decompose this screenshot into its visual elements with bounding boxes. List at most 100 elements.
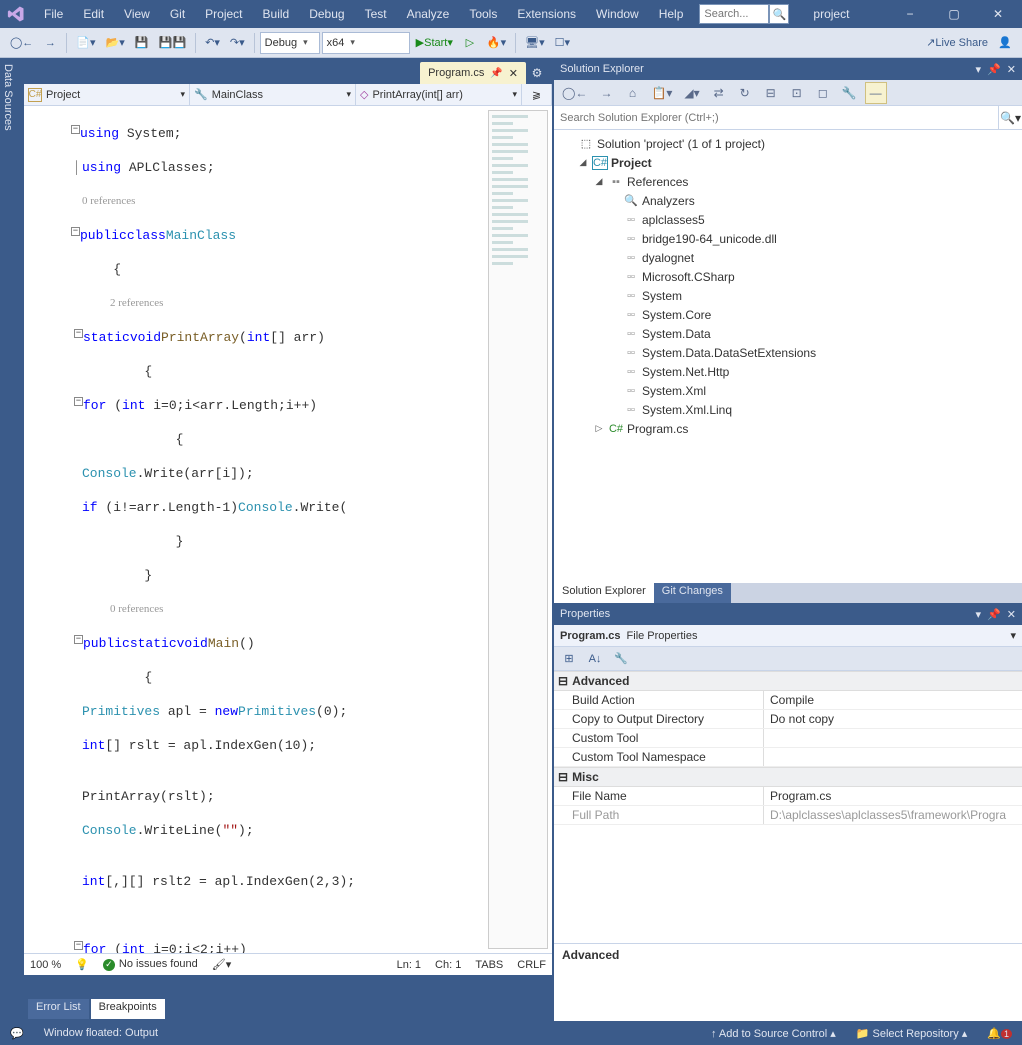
config-combo[interactable]: Debug▾	[260, 32, 320, 54]
solution-search-input[interactable]	[554, 106, 998, 129]
panel-menu-icon[interactable]: ▾	[976, 63, 982, 76]
layout-button[interactable]: ☐▾	[551, 32, 574, 54]
ref-analyzers[interactable]: 🔍Analyzers	[556, 191, 1020, 210]
nav-class-combo[interactable]: 🔧MainClass▾	[190, 84, 356, 105]
crlf-indicator[interactable]: CRLF	[517, 959, 546, 971]
panel-pin-icon[interactable]: 📌	[987, 63, 1001, 76]
save-all-button[interactable]: 💾💾	[155, 32, 190, 54]
panel-close-icon[interactable]: ✕	[1007, 608, 1016, 621]
minimize-button[interactable]: −	[890, 0, 930, 28]
notifications-button[interactable]: 🔔1	[987, 1027, 1012, 1040]
close-button[interactable]: ✕	[978, 0, 1018, 28]
menu-project[interactable]: Project	[201, 5, 246, 23]
prop-copy-output[interactable]: Copy to Output DirectoryDo not copy	[554, 710, 1022, 729]
panel-close-icon[interactable]: ✕	[1007, 63, 1016, 76]
menu-analyze[interactable]: Analyze	[403, 5, 454, 23]
ref-system-net-http[interactable]: ▫▫System.Net.Http	[556, 362, 1020, 381]
tab-solution-explorer[interactable]: Solution Explorer	[554, 583, 654, 603]
panel-menu-icon[interactable]: ▾	[976, 608, 982, 621]
start-nodebug-button[interactable]: ▷	[459, 32, 481, 54]
menu-file[interactable]: File	[40, 5, 67, 23]
tabs-gear-icon[interactable]: ⚙	[526, 62, 548, 84]
sync-button[interactable]: ⇄	[708, 82, 730, 104]
line-indicator[interactable]: Ln: 1	[397, 959, 421, 971]
menu-window[interactable]: Window	[592, 5, 643, 23]
minimap[interactable]	[488, 110, 548, 949]
category-advanced[interactable]: ⊟Advanced	[554, 671, 1022, 691]
ref-system-data[interactable]: ▫▫System.Data	[556, 324, 1020, 343]
save-button[interactable]: 💾	[131, 32, 153, 54]
data-sources-tab[interactable]: Data Sources	[0, 58, 22, 1021]
menu-help[interactable]: Help	[655, 5, 688, 23]
brush-icon[interactable]: 🖌▾	[212, 958, 232, 971]
collapse-all-button[interactable]: ⊟	[760, 82, 782, 104]
nav-project-combo[interactable]: C#Project▾	[24, 84, 190, 105]
code-editor[interactable]: −using System; │using APLClasses; 0 refe…	[24, 106, 484, 953]
menu-edit[interactable]: Edit	[79, 5, 108, 23]
tab-error-list[interactable]: Error List	[28, 999, 89, 1019]
undo-button[interactable]: ↶▾	[201, 32, 224, 54]
ref-system-xml-linq[interactable]: ▫▫System.Xml.Linq	[556, 400, 1020, 419]
lightbulb-icon[interactable]: 💡	[75, 958, 89, 971]
ref-system[interactable]: ▫▫System	[556, 286, 1020, 305]
nav-forward-button[interactable]: →	[39, 32, 61, 54]
file-program-cs[interactable]: ▷C#Program.cs	[556, 419, 1020, 438]
show-all-button[interactable]: ⊡	[786, 82, 808, 104]
ref-system-xml[interactable]: ▫▫System.Xml	[556, 381, 1020, 400]
solution-tree[interactable]: ⬚Solution 'project' (1 of 1 project) ◢C#…	[554, 130, 1022, 583]
live-share-button[interactable]: ↗ Live Share	[922, 32, 992, 54]
nav-member-combo[interactable]: ◇PrintArray(int[] arr)▾	[356, 84, 522, 105]
maximize-button[interactable]: ▢	[934, 0, 974, 28]
ref-dyalognet[interactable]: ▫▫dyalognet	[556, 248, 1020, 267]
switch-views-button[interactable]: 📋▾	[647, 82, 676, 104]
nav-back-button[interactable]: ◯←	[6, 32, 37, 54]
solution-root-node[interactable]: ⬚Solution 'project' (1 of 1 project)	[556, 134, 1020, 153]
search-input[interactable]	[699, 4, 769, 24]
filter-button[interactable]: ◢▾	[680, 82, 703, 104]
menu-git[interactable]: Git	[166, 5, 189, 23]
search-icon[interactable]: 🔍	[769, 4, 789, 24]
home-button[interactable]: ⌂	[621, 82, 643, 104]
feedback-button[interactable]: 👤	[994, 32, 1016, 54]
menu-test[interactable]: Test	[361, 5, 391, 23]
prop-full-path[interactable]: Full PathD:\aplclasses\aplclasses5\frame…	[554, 806, 1022, 825]
prop-custom-tool[interactable]: Custom Tool	[554, 729, 1022, 748]
menu-debug[interactable]: Debug	[305, 5, 348, 23]
platform-combo[interactable]: x64▾	[322, 32, 410, 54]
search-icon[interactable]: 🔍▾	[998, 106, 1022, 129]
char-indicator[interactable]: Ch: 1	[435, 959, 461, 971]
ref-ms-csharp[interactable]: ▫▫Microsoft.CSharp	[556, 267, 1020, 286]
references-node[interactable]: ◢▪▪References	[556, 172, 1020, 191]
zoom-level[interactable]: 100 %	[30, 959, 61, 971]
alphabetical-button[interactable]: A↓	[584, 648, 606, 670]
hot-reload-button[interactable]: 🔥▾	[483, 32, 510, 54]
property-grid[interactable]: ⊟Advanced Build ActionCompile Copy to Ou…	[554, 671, 1022, 943]
tab-breakpoints[interactable]: Breakpoints	[91, 999, 165, 1019]
prop-custom-tool-ns[interactable]: Custom Tool Namespace	[554, 748, 1022, 767]
menu-view[interactable]: View	[120, 5, 154, 23]
redo-button[interactable]: ↷▾	[226, 32, 249, 54]
source-control-button[interactable]: ↑ Add to Source Control ▴	[711, 1027, 836, 1040]
browser-button[interactable]: 🖥▾	[521, 32, 549, 54]
prop-build-action[interactable]: Build ActionCompile	[554, 691, 1022, 710]
menu-tools[interactable]: Tools	[465, 5, 501, 23]
project-node[interactable]: ◢C#Project	[556, 153, 1020, 172]
refresh-button[interactable]: ↻	[734, 82, 756, 104]
split-editor-button[interactable]: ⫺	[522, 84, 552, 105]
tab-git-changes[interactable]: Git Changes	[654, 583, 731, 603]
categorized-button[interactable]: ⊞	[558, 648, 580, 670]
preview-button[interactable]: ◻	[812, 82, 834, 104]
ref-system-data-ext[interactable]: ▫▫System.Data.DataSetExtensions	[556, 343, 1020, 362]
output-icon[interactable]: 💬	[10, 1027, 24, 1040]
view-toggle-button[interactable]: —	[865, 82, 887, 104]
tabs-indicator[interactable]: TABS	[475, 959, 503, 971]
document-tab-program[interactable]: Program.cs 📌 ✕	[420, 62, 526, 84]
prop-file-name[interactable]: File NameProgram.cs	[554, 787, 1022, 806]
pin-icon[interactable]: 📌	[490, 68, 502, 79]
properties-wrench-button[interactable]: 🔧	[610, 648, 632, 670]
new-project-button[interactable]: 📄▾	[72, 32, 99, 54]
properties-object-combo[interactable]: Program.csFile Properties ▾	[554, 625, 1022, 647]
category-misc[interactable]: ⊟Misc	[554, 767, 1022, 787]
forward-button[interactable]: →	[595, 82, 617, 104]
close-tab-icon[interactable]: ✕	[509, 67, 518, 80]
